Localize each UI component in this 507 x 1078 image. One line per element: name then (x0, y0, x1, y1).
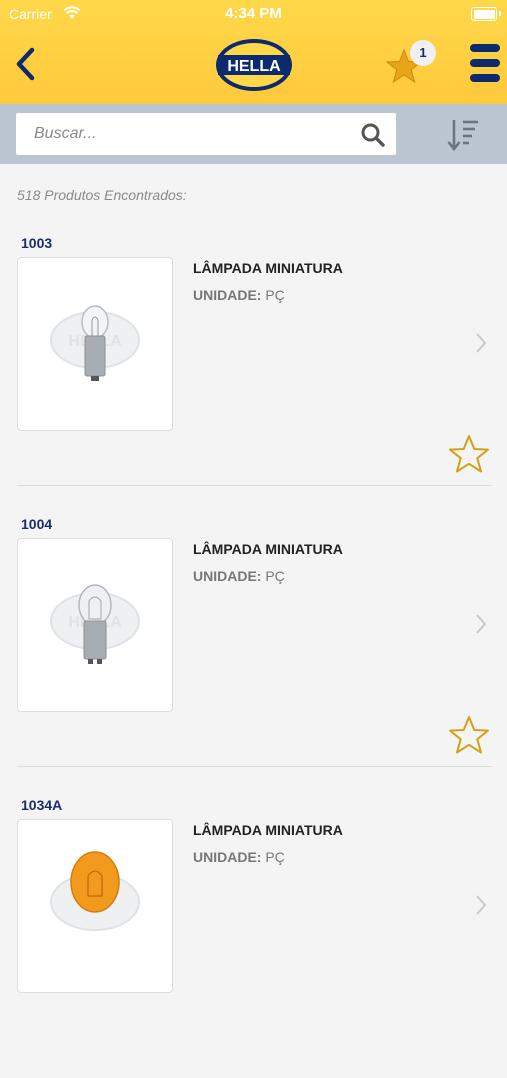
product-image[interactable]: HELLA (17, 257, 173, 431)
product-code: 1034A (21, 797, 63, 813)
product-code: 1003 (21, 235, 53, 251)
unit-value: PÇ (265, 849, 285, 865)
chevron-right-icon (476, 614, 487, 634)
unit-label: UNIDADE: (193, 849, 262, 865)
search-input[interactable] (16, 113, 364, 155)
favorites-badge: 1 (410, 40, 436, 66)
product-code: 1004 (21, 516, 53, 532)
results-count: 518 Produtos Encontrados: (17, 187, 187, 203)
search-icon[interactable] (360, 122, 386, 148)
chevron-right-icon (476, 895, 487, 915)
search-bar (0, 104, 507, 164)
battery-icon (471, 7, 501, 21)
logo-text: HELLA (227, 58, 281, 75)
unit-value: PÇ (265, 287, 285, 303)
hella-logo: HELLA (216, 39, 292, 91)
search-box (16, 113, 396, 155)
clock: 4:34 PM (225, 5, 282, 22)
unit-label: UNIDADE: (193, 568, 262, 584)
status-bar: Carrier 4:34 PM (0, 0, 507, 28)
star-outline-icon[interactable] (447, 714, 491, 756)
product-unit: UNIDADE: PÇ (193, 568, 285, 584)
list-item[interactable]: 1034A LÂMPADA MINIATURA UNIDADE: PÇ (0, 797, 507, 1078)
product-unit: UNIDADE: PÇ (193, 287, 285, 303)
list-item[interactable]: 1004 HELLA LÂMPADA MINIATURA UNIDADE: PÇ (0, 516, 507, 797)
unit-value: PÇ (265, 568, 285, 584)
sort-icon[interactable] (446, 117, 482, 153)
star-outline-icon[interactable] (447, 433, 491, 475)
header-bar: Carrier 4:34 PM HELLA 1 (0, 0, 507, 104)
chevron-right-icon (476, 333, 487, 353)
unit-label: UNIDADE: (193, 287, 262, 303)
product-name: LÂMPADA MINIATURA (193, 541, 343, 557)
menu-icon[interactable] (470, 44, 500, 90)
product-image[interactable]: HELLA (17, 538, 173, 712)
divider (17, 766, 492, 767)
divider (17, 485, 492, 486)
product-name: LÂMPADA MINIATURA (193, 822, 343, 838)
product-image[interactable] (17, 819, 173, 993)
back-icon[interactable] (10, 44, 42, 84)
product-name: LÂMPADA MINIATURA (193, 260, 343, 276)
list-item[interactable]: 1003 HELLA LÂMPADA MINIATURA UNIDADE: PÇ (0, 235, 507, 516)
product-unit: UNIDADE: PÇ (193, 849, 285, 865)
